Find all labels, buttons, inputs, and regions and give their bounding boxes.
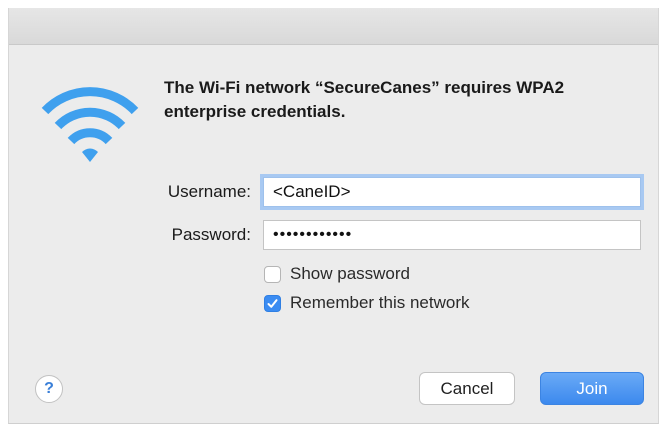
show-password-checkbox[interactable]: [264, 265, 281, 283]
username-label: Username:: [167, 182, 251, 201]
password-field[interactable]: ••••••••••••: [263, 220, 641, 250]
cancel-button[interactable]: Cancel: [419, 372, 515, 405]
password-label: Password:: [171, 225, 251, 244]
wifi-icon: [41, 87, 139, 162]
username-field[interactable]: <CaneID>: [263, 177, 641, 207]
help-button[interactable]: ?: [35, 375, 63, 403]
checkmark-icon: [267, 298, 278, 308]
dialog-message: The Wi-Fi network “SecureCanes” requires…: [164, 78, 565, 121]
title-bar[interactable]: [9, 8, 658, 45]
show-password-row[interactable]: Show password: [264, 263, 410, 285]
join-button[interactable]: Join: [540, 372, 644, 405]
remember-network-label[interactable]: Remember this network: [290, 293, 470, 313]
remember-network-checkbox[interactable]: [264, 294, 281, 312]
remember-network-row[interactable]: Remember this network: [264, 292, 470, 314]
show-password-label[interactable]: Show password: [290, 264, 410, 284]
wifi-credentials-dialog: The Wi-Fi network “SecureCanes” requires…: [8, 8, 659, 424]
